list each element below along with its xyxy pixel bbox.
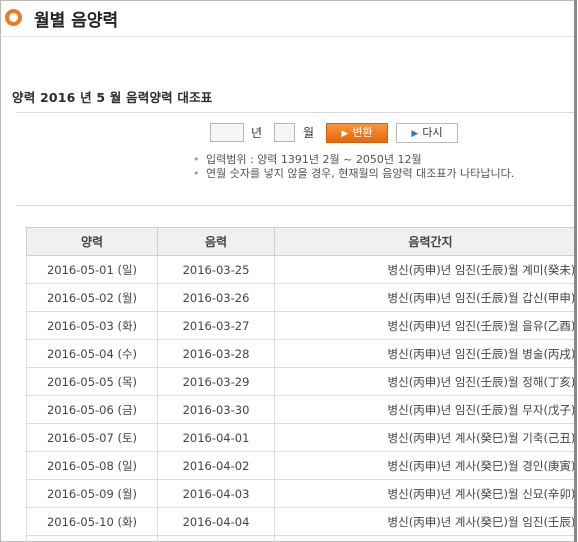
list-item: • 연월 숫자를 넣지 않을 경우, 현재월의 음양력 대조표가 나타납니다.	[192, 167, 538, 181]
year-label: 년	[251, 126, 263, 140]
list-item: • 입력범위 : 양력 1391년 2월 ~ 2050년 12월	[192, 153, 538, 167]
solar-date-cell: 2016-05-05 (목)	[26, 367, 158, 396]
section-subtitle: 양력 2016 년 5 월 음력양력 대조표	[12, 90, 213, 105]
divider	[16, 205, 576, 206]
reset-button-label: 다시	[422, 126, 443, 139]
table-row: 2016-05-10 (화) 2016-04-04 병신(丙申)년 계사(癸巳)월 …	[26, 507, 577, 536]
table-row: 2016-05-01 (일) 2016-03-25 병신(丙申)년 임진(壬辰)월 …	[26, 255, 577, 284]
solar-date-cell: 2016-05-03 (화)	[26, 311, 158, 340]
lunar-date-cell: 2016-04-01	[157, 423, 275, 452]
ganji-cell: 병신(丙申)년 계사(癸巳)월 기축(己丑)일	[274, 423, 577, 452]
convert-button[interactable]: ▶ 변환	[326, 123, 388, 143]
column-header-solar: 양력	[26, 227, 158, 256]
reset-button[interactable]: ▶ 다시	[396, 123, 458, 143]
table-row: 2016-05-03 (화) 2016-03-27 병신(丙申)년 임진(壬辰)월 …	[26, 311, 577, 340]
lunar-date-cell: 2016-03-28	[157, 339, 275, 368]
table-row: 2016-05-02 (월) 2016-03-26 병신(丙申)년 임진(壬辰)월 …	[26, 283, 577, 312]
table-row: 2016-05-06 (금) 2016-03-30 병신(丙申)년 임진(壬辰)월 …	[26, 395, 577, 424]
column-header-ganji: 음력간지	[274, 227, 577, 256]
lunar-date-cell: 2016-03-25	[157, 255, 275, 284]
table-row: 2016-05-04 (수) 2016-03-28 병신(丙申)년 임진(壬辰)월 …	[26, 339, 577, 368]
lunar-date-cell: 2016-04-05	[157, 535, 275, 542]
solar-date-cell: 2016-05-06 (금)	[26, 395, 158, 424]
ganji-cell: 병신(丙申)년 임진(壬辰)월 을유(乙酉)일	[274, 311, 577, 340]
column-header-lunar: 음력	[157, 227, 275, 256]
ganji-cell: 병신(丙申)년 임진(壬辰)월 갑신(甲申)일	[274, 283, 577, 312]
solar-date-cell: 2016-05-07 (토)	[26, 423, 158, 452]
solar-date-cell: 2016-05-02 (월)	[26, 283, 158, 312]
notes-list: • 입력범위 : 양력 1391년 2월 ~ 2050년 12월 • 연월 숫자…	[192, 153, 538, 181]
month-label: 월	[303, 126, 315, 140]
solar-date-cell: 2016-05-08 (일)	[26, 451, 158, 480]
solar-date-cell: 2016-05-01 (일)	[26, 255, 158, 284]
ganji-cell: 병신(丙申)년 임진(壬辰)월 무자(戊子)일	[274, 395, 577, 424]
note-text: 입력범위 : 양력 1391년 2월 ~ 2050년 12월	[206, 153, 422, 166]
month-input[interactable]	[274, 123, 295, 142]
ganji-cell: 병신(丙申)년 임진(壬辰)월 병술(丙戌)일	[274, 339, 577, 368]
ganji-cell: 병신(丙申)년 계사(癸巳)월 신묘(辛卯)일	[274, 479, 577, 508]
table-row: 2016-05-11 (수)2016-04-05병신(丙申)년 계사(癸巳)월 …	[26, 535, 577, 542]
ganji-cell: 병신(丙申)년 임진(壬辰)월 정해(丁亥)일	[274, 367, 577, 396]
lunar-date-cell: 2016-04-03	[157, 479, 275, 508]
solar-date-cell: 2016-05-04 (수)	[26, 339, 158, 368]
divider	[16, 112, 576, 113]
ganji-cell: 병신(丙申)년 임진(壬辰)월 계미(癸未)일	[274, 255, 577, 284]
page-title: 월별 음양력	[34, 11, 119, 31]
solar-date-cell: 2016-05-09 (월)	[26, 479, 158, 508]
note-text: 연월 숫자를 넣지 않을 경우, 현재월의 음양력 대조표가 나타납니다.	[206, 167, 515, 180]
table-row: 2016-05-05 (목) 2016-03-29 병신(丙申)년 임진(壬辰)월 …	[26, 367, 577, 396]
solar-date-cell: 2016-05-11 (수)	[26, 535, 158, 542]
lunar-date-cell: 2016-04-04	[157, 507, 275, 536]
bullet-icon: •	[193, 167, 200, 180]
ganji-cell: 병신(丙申)년 계사(癸巳)월 임진(壬辰)일	[274, 507, 577, 536]
chevron-right-icon: ▶	[341, 129, 349, 139]
bullet-icon: •	[193, 153, 200, 166]
calendar-table: 양력 음력 음력간지 2016-05-01 (일) 2016-03-25 병신(丙申…	[26, 227, 577, 542]
lunar-date-cell: 2016-03-26	[157, 283, 275, 312]
table-row: 2016-05-07 (토) 2016-04-01 병신(丙申)년 계사(癸巳)월 …	[26, 423, 577, 452]
lunar-date-cell: 2016-03-29	[157, 367, 275, 396]
lunar-date-cell: 2016-03-30	[157, 395, 275, 424]
year-input[interactable]	[210, 123, 244, 142]
convert-button-label: 변환	[352, 126, 373, 139]
orange-ring-icon	[5, 9, 22, 26]
table-row: 2016-05-09 (월) 2016-04-03 병신(丙申)년 계사(癸巳)월 …	[26, 479, 577, 508]
table-header-row: 양력 음력 음력간지	[26, 227, 577, 256]
chevron-right-icon: ▶	[411, 129, 419, 139]
table-row: 2016-05-08 (일) 2016-04-02 병신(丙申)년 계사(癸巳)월 …	[26, 451, 577, 480]
scrollbar-edge	[574, 0, 577, 542]
ganji-cell: 병신(丙申)년 계사(癸巳)월 경인(庚寅)일	[274, 451, 577, 480]
lunar-date-cell: 2016-04-02	[157, 451, 275, 480]
solar-date-cell: 2016-05-10 (화)	[26, 507, 158, 536]
lunar-date-cell: 2016-03-27	[157, 311, 275, 340]
ganji-cell: 병신(丙申)년 계사(癸巳)월 계사(癸巳)일	[274, 535, 577, 542]
page-header: 월별 음양력	[0, 0, 576, 37]
